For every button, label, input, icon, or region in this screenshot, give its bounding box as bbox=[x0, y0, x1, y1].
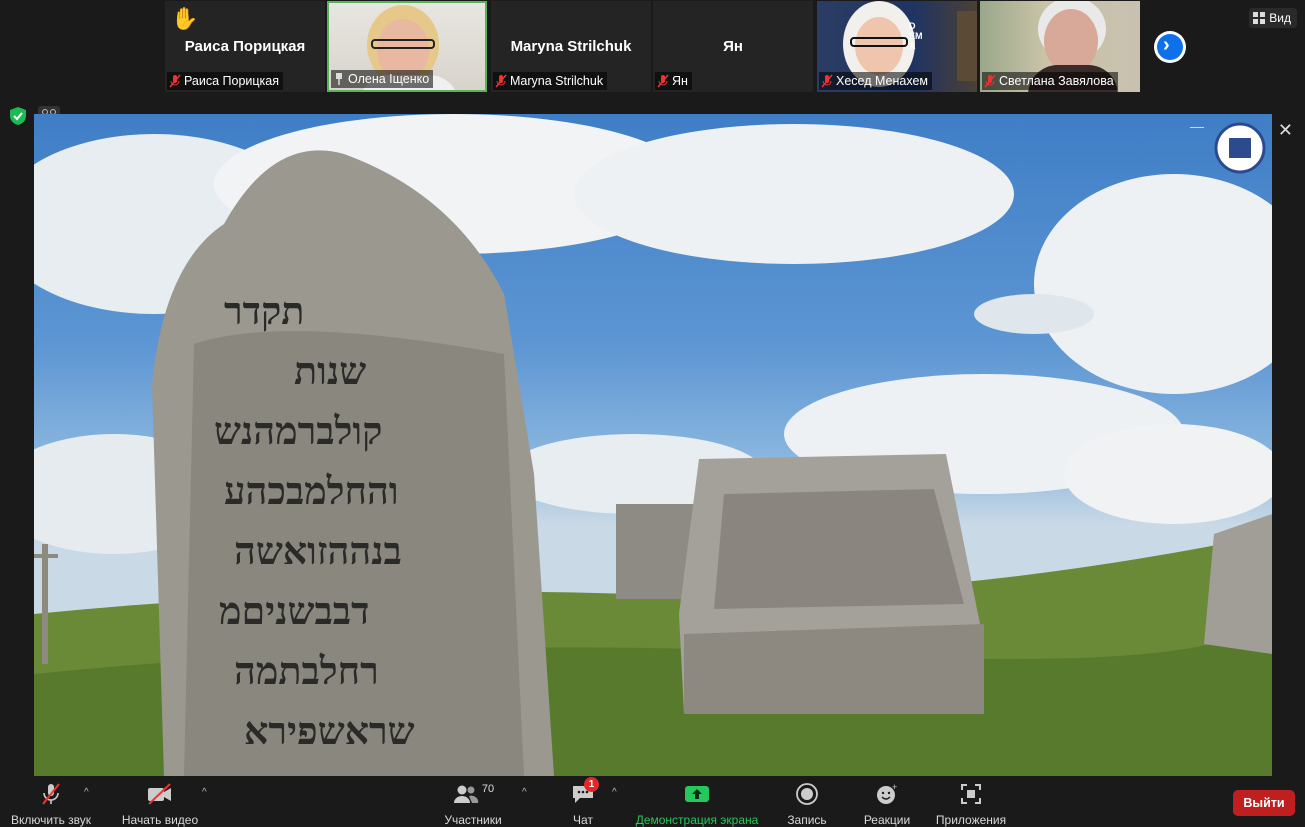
apps-icon bbox=[961, 784, 981, 804]
participant-tile-5[interactable]: D EM A Хесед Менахем bbox=[817, 1, 977, 92]
mic-muted-icon bbox=[169, 74, 181, 88]
mic-muted-icon bbox=[657, 74, 669, 88]
mic-muted-icon bbox=[42, 783, 60, 805]
meeting-toolbar: Включить звук ^ Начать видео ^ 70 Участн… bbox=[0, 777, 1305, 827]
participant-tile-1[interactable]: ✋ Раиса Порицкая Раиса Порицкая bbox=[165, 1, 325, 92]
record-icon bbox=[796, 783, 818, 805]
participant-tile-6[interactable]: Светлана Завялова bbox=[980, 1, 1140, 92]
security-shield-icon[interactable] bbox=[10, 107, 26, 125]
svg-text:קולברמהנש: קולברמהנש bbox=[214, 408, 382, 453]
svg-text:תקדר: תקדר bbox=[224, 288, 304, 333]
svg-text:והחלמבכהע: והחלמבכהע bbox=[224, 468, 399, 513]
chevron-right-icon: › bbox=[1163, 34, 1170, 56]
chat-button[interactable]: 1 Чат bbox=[566, 777, 600, 827]
mic-muted-icon bbox=[984, 74, 996, 88]
participant-label: Хесед Менахем bbox=[819, 72, 932, 90]
participant-label: Maryna Strilchuk bbox=[493, 72, 608, 90]
participant-strip: ✋ Раиса Порицкая Раиса Порицкая Олена Іщ… bbox=[0, 0, 1305, 112]
participant-tile-3[interactable]: Maryna Strilchuk Maryna Strilchuk bbox=[491, 1, 651, 92]
record-button[interactable]: Запись bbox=[782, 781, 832, 827]
chat-options-chevron-icon[interactable]: ^ bbox=[612, 787, 617, 798]
reactions-icon: + bbox=[877, 782, 897, 804]
next-page-button[interactable]: › bbox=[1154, 31, 1186, 63]
svg-text:שראשפירא: שראשפירא bbox=[244, 708, 415, 753]
participant-label: Олена Іщенко bbox=[331, 70, 434, 88]
participants-count: 70 bbox=[481, 783, 495, 795]
svg-text:דבבשניםמ: דבבשניםמ bbox=[219, 588, 369, 633]
participants-options-chevron-icon[interactable]: ^ bbox=[522, 787, 527, 798]
svg-text:+: + bbox=[892, 782, 897, 792]
share-screen-button[interactable]: Демонстрация экрана bbox=[634, 781, 760, 827]
mic-muted-icon bbox=[495, 74, 507, 88]
apps-button[interactable]: Приложения bbox=[932, 781, 1010, 827]
participant-name-large: Раиса Порицкая bbox=[184, 38, 306, 55]
unmute-button[interactable]: Включить звук bbox=[8, 781, 94, 827]
shared-screen: תקדר שנות קולברמהנש והחלמבכהע בנההזואשה … bbox=[34, 114, 1272, 776]
minimize-icon[interactable]: — bbox=[1190, 118, 1204, 134]
grid-view-icon bbox=[1253, 12, 1266, 24]
participant-label: Раиса Порицкая bbox=[167, 72, 284, 90]
shared-photo-cemetery: תקדר שנות קולברמהנש והחלמבכהע בנההזואשה … bbox=[34, 114, 1272, 776]
close-icon[interactable]: ✕ bbox=[1278, 120, 1293, 141]
svg-text:בנההזואשה: בנההזואשה bbox=[234, 528, 402, 573]
participant-label: Ян bbox=[655, 72, 692, 90]
participant-name-large: Maryna Strilchuk bbox=[510, 38, 632, 55]
participants-icon bbox=[453, 785, 479, 803]
leave-meeting-button[interactable]: Выйти bbox=[1233, 790, 1295, 816]
video-options-chevron-icon[interactable]: ^ bbox=[202, 787, 207, 798]
participant-tile-4[interactable]: Ян Ян bbox=[653, 1, 813, 92]
raised-hand-icon: ✋ bbox=[171, 6, 199, 31]
svg-text:רחלבתמה: רחלבתמה bbox=[234, 648, 379, 693]
start-video-button[interactable]: Начать видео bbox=[118, 781, 202, 827]
participant-label: Светлана Завялова bbox=[982, 72, 1118, 90]
video-off-icon bbox=[148, 783, 171, 805]
chat-badge: 1 bbox=[584, 777, 599, 792]
audio-options-chevron-icon[interactable]: ^ bbox=[84, 787, 89, 798]
participant-tile-2[interactable]: Олена Іщенко bbox=[327, 1, 487, 92]
participants-button[interactable]: 70 Участники bbox=[440, 781, 506, 827]
participant-name-large: Ян bbox=[723, 38, 743, 55]
view-button[interactable]: Вид bbox=[1249, 8, 1297, 28]
mic-muted-icon bbox=[821, 74, 833, 88]
svg-text:שנות: שנות bbox=[294, 348, 366, 393]
share-screen-icon bbox=[685, 786, 709, 802]
pin-icon bbox=[336, 73, 342, 85]
reactions-button[interactable]: + Реакции bbox=[860, 781, 914, 827]
